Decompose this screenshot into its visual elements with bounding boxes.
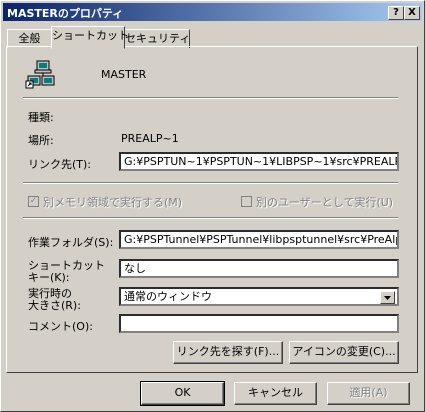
close-button[interactable]: X [404, 6, 420, 20]
cancel-button[interactable]: キャンセル [234, 382, 317, 405]
title-bar: MASTERのプロパティ ? X [3, 3, 422, 21]
chevron-down-icon [384, 296, 391, 300]
run-as-user-label: 別のユーザーとして実行(U) [256, 196, 394, 209]
run-select[interactable]: 通常のウィンドウ [119, 287, 399, 306]
location-label: 場所: [28, 134, 54, 147]
separator [23, 182, 398, 184]
run-separate-checkbox[interactable]: ✓ [28, 196, 39, 207]
start-in-field[interactable]: G:¥PSPTunnel¥PSPTunnel¥libpsptunnel¥src¥… [119, 230, 399, 249]
run-separate-label: 別メモリ領域で実行する(M) [43, 196, 183, 209]
ok-button[interactable]: OK [140, 381, 225, 406]
change-icon-button[interactable]: アイコンの変更(C)... [289, 341, 399, 364]
run-as-user-checkbox[interactable] [241, 196, 252, 207]
run-select-value: 通常のウィンドウ [124, 290, 212, 303]
help-button[interactable]: ? [388, 6, 404, 20]
separator [23, 217, 398, 219]
apply-button[interactable]: 適用(A) [327, 382, 410, 405]
run-label-2: 大きさ(R): [28, 299, 81, 312]
dropdown-button[interactable] [380, 291, 395, 304]
properties-dialog: MASTERのプロパティ ? X 全般 ショートカット セキュリティ MASTE… [0, 0, 425, 412]
type-label: 種類: [28, 111, 54, 124]
window-title: MASTERのプロパティ [7, 7, 124, 20]
shortcut-name: MASTER [101, 68, 147, 81]
separator [23, 97, 398, 99]
hotkey-field[interactable]: なし [119, 259, 399, 278]
network-computer-icon [25, 60, 55, 89]
location-value: PREALP~1 [121, 132, 179, 145]
find-target-button[interactable]: リンク先を探す(F)... [173, 341, 283, 364]
tab-shortcut[interactable]: ショートカット [51, 26, 129, 49]
target-label: リンク先(T): [28, 158, 92, 171]
hotkey-label-2: キー(K): [28, 271, 70, 284]
start-in-label: 作業フォルダ(S): [28, 236, 114, 249]
comment-field[interactable] [119, 314, 399, 333]
target-field[interactable]: G:¥PSPTUN~1¥PSPTUN~1¥LIBPSP~1¥src¥PREALP… [119, 152, 399, 171]
comment-label: コメント(O): [28, 320, 93, 333]
